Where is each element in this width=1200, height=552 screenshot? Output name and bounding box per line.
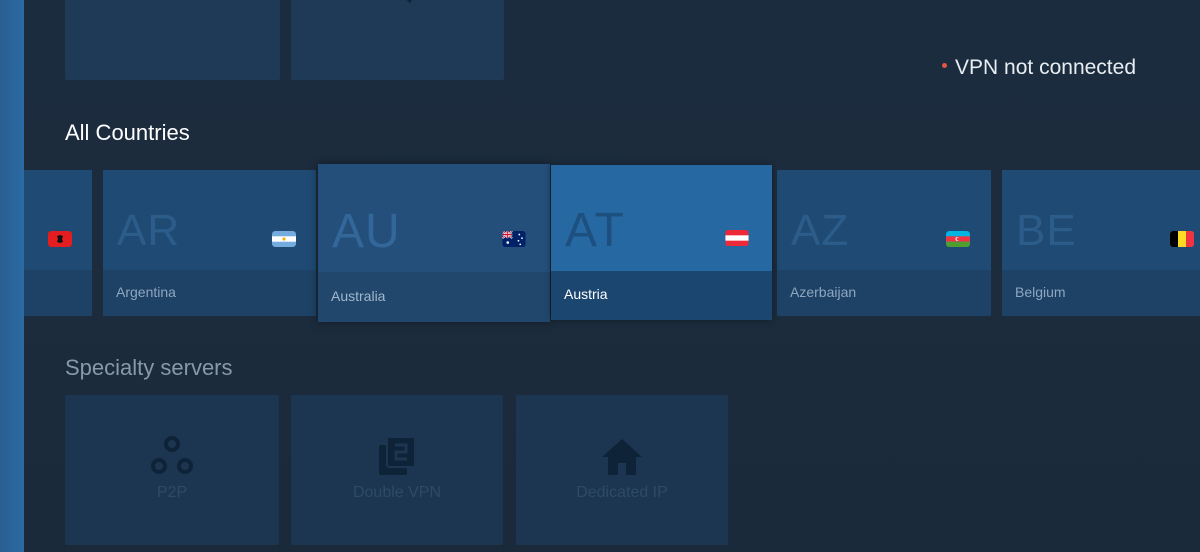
country-name: Argentina [116,284,176,300]
card-top: AZ [777,170,991,270]
specialty-servers-title: Specialty servers [65,355,233,380]
country-code: AR [117,206,181,255]
specialty-dedicated-ip-tile[interactable]: Dedicated IP [516,395,728,545]
argentina-flag-icon [272,231,296,247]
card-bottom [24,270,92,316]
albania-flag-icon [48,231,72,247]
specialty-double-vpn-tile[interactable]: Double VPN [291,395,503,545]
side-nav-strip[interactable] [0,0,24,552]
specialty-label: P2P [156,484,188,501]
double-vpn-icon [379,436,416,475]
home-icon [602,439,642,475]
belgium-flag-icon [1170,231,1194,247]
country-name: Australia [331,288,386,304]
country-code: BE [1016,206,1077,255]
specialty-label: Double VPN [352,484,442,501]
country-code: AZ [791,206,850,255]
top-tile-1[interactable] [65,0,280,80]
card-top [24,170,92,270]
app-screen: VPN not connected All Countries AR Argen… [0,0,1200,552]
status-dot [942,62,948,68]
country-name: Belgium [1015,284,1066,300]
country-card-albania[interactable] [24,170,92,316]
top-tile-search[interactable] [291,0,504,80]
austria-flag-icon [725,230,749,246]
card-bottom: Azerbaijan [777,270,991,316]
country-card-azerbaijan[interactable]: AZ Azerbaijan [777,170,991,316]
p2p-icon [151,436,193,474]
country-card-argentina[interactable]: AR Argentina [103,170,316,316]
specialty-label: Dedicated IP [576,484,668,501]
vpn-status-text: VPN not connected [955,56,1136,79]
country-name: Austria [564,286,608,302]
search-icon [398,0,412,4]
country-code: AU [332,205,401,258]
all-countries-title: All Countries [65,120,190,145]
country-name: Azerbaijan [790,284,857,300]
card-top: AU [318,164,550,272]
card-bottom: Argentina [103,270,316,316]
australia-flag-icon [502,231,526,247]
country-code: AT [565,204,625,257]
card-bottom: Belgium [1002,270,1200,316]
country-card-belgium[interactable]: BE Belgium [1002,170,1200,316]
country-card-australia[interactable]: AU Australia [318,164,550,322]
country-card-austria[interactable]: AT Austria [551,165,772,320]
card-bottom: Austria [551,271,772,320]
specialty-p2p-tile[interactable]: P2P [65,395,279,545]
azerbaijan-flag-icon [946,231,970,247]
vpn-status: VPN not connected [942,56,1136,80]
card-top: AT [551,165,772,271]
card-top: AR [103,170,316,270]
card-top: BE [1002,170,1200,270]
card-bottom: Australia [318,272,550,322]
